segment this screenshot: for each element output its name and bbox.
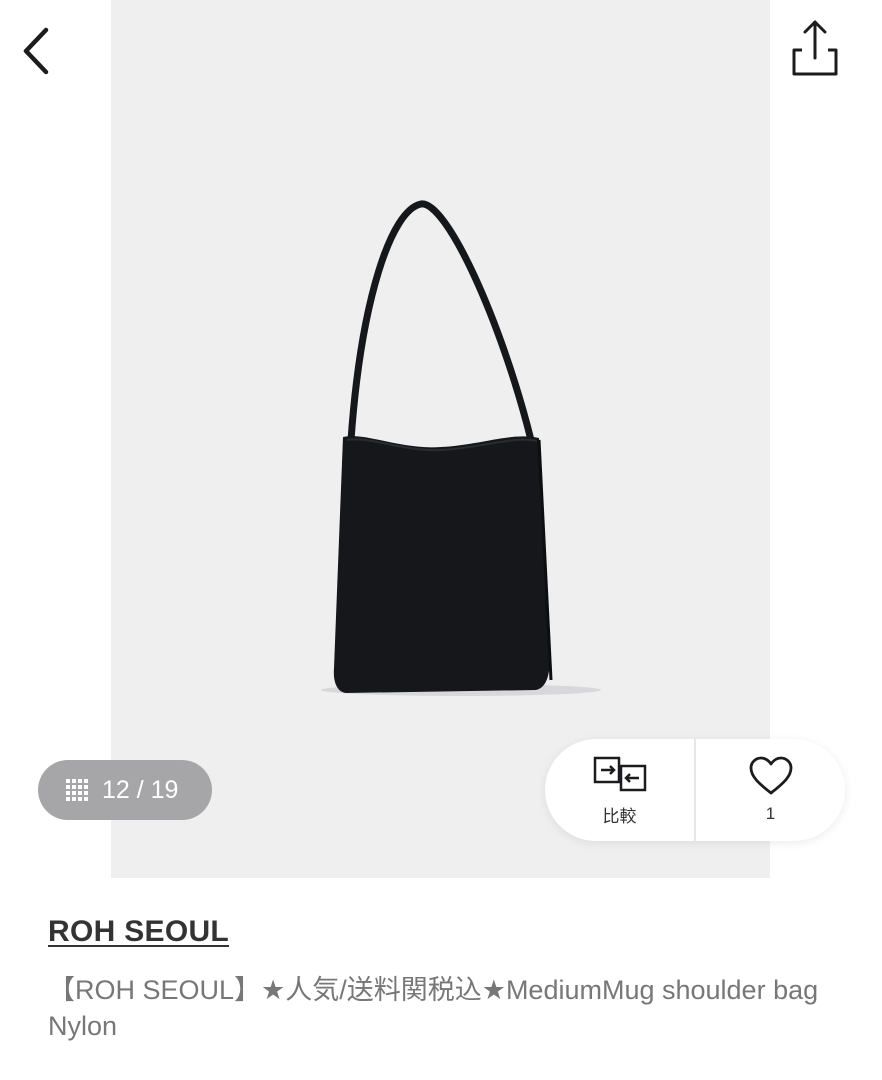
- grid-icon: [66, 779, 88, 801]
- compare-label: 比較: [602, 806, 637, 826]
- favorite-button[interactable]: 1: [696, 739, 845, 841]
- product-title: 【ROH SEOUL】★人気/送料関税込★MediumMug shoulder …: [48, 975, 819, 1041]
- back-button[interactable]: [14, 22, 64, 80]
- chevron-left-icon: [23, 27, 49, 75]
- image-counter-text: 12 / 19: [102, 775, 179, 804]
- compare-button[interactable]: 比較: [545, 739, 694, 841]
- share-button[interactable]: [786, 16, 844, 82]
- heart-icon: [749, 756, 792, 795]
- favorite-count: 1: [765, 804, 776, 823]
- image-counter-button[interactable]: 12 / 19: [38, 760, 212, 820]
- action-card: 比較 1: [545, 739, 845, 841]
- brand-link[interactable]: ROH SEOUL: [48, 915, 229, 949]
- share-icon: [792, 20, 838, 76]
- compare-icon: [593, 756, 646, 791]
